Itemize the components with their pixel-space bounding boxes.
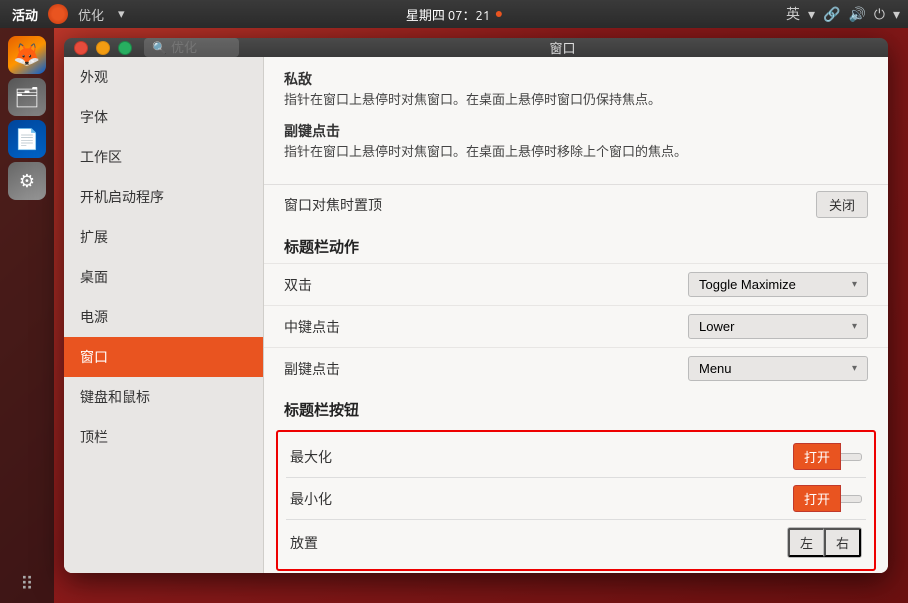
maximize-on-button[interactable]: 打开 bbox=[793, 443, 841, 470]
double-click-dropdown[interactable]: Toggle Maximize ▾ bbox=[688, 272, 868, 297]
placement-right-button[interactable]: 右 bbox=[824, 528, 861, 557]
focus-title-1: 私敌 bbox=[284, 69, 868, 89]
network-icon[interactable]: 🔗 bbox=[823, 6, 840, 23]
middle-click-row: 中键点击 Lower ▾ bbox=[264, 305, 888, 347]
focus-on-top-row: 窗口对焦时置顶 关闭 bbox=[264, 184, 888, 224]
titlebar-actions-header: 标题栏动作 bbox=[264, 224, 888, 263]
minimize-off-button[interactable] bbox=[841, 495, 862, 503]
right-click-label: 副键点击 bbox=[284, 359, 340, 379]
middle-click-dropdown[interactable]: Lower ▾ bbox=[688, 314, 868, 339]
sidebar-item-window[interactable]: 窗口 bbox=[64, 337, 263, 377]
double-click-value: Toggle Maximize bbox=[699, 277, 796, 292]
sidebar-label-window: 窗口 bbox=[80, 347, 108, 367]
middle-click-label: 中键点击 bbox=[284, 317, 340, 337]
right-click-dropdown[interactable]: Menu ▾ bbox=[688, 356, 868, 381]
topbar-left: 活动 优化 ▾ bbox=[8, 3, 129, 26]
topbar: 活动 优化 ▾ 星期四 07：21 英 ▾ 🔗 🔊 ⏻ ▾ bbox=[0, 0, 908, 28]
dock-files-icon[interactable]: 🗂 bbox=[8, 78, 46, 116]
right-click-value: Menu bbox=[699, 361, 732, 376]
minimize-label: 最小化 bbox=[290, 489, 332, 509]
focus-section: 私敌 指针在窗口上悬停时对焦窗口。在桌面上悬停时窗口仍保持焦点。 副键点击 指针… bbox=[264, 57, 888, 184]
sidebar-label-extensions: 扩展 bbox=[80, 227, 108, 247]
titlebar-buttons-section: 最大化 打开 最小化 打开 bbox=[276, 430, 876, 571]
placement-row: 放置 左 右 bbox=[278, 520, 874, 565]
focus-on-top-label: 窗口对焦时置顶 bbox=[284, 195, 382, 215]
placement-left-button[interactable]: 左 bbox=[788, 528, 824, 557]
double-click-row: 双击 Toggle Maximize ▾ bbox=[264, 263, 888, 305]
topbar-right: 英 ▾ 🔗 🔊 ⏻ ▾ bbox=[786, 4, 900, 24]
sidebar-item-fonts[interactable]: 字体 bbox=[64, 97, 263, 137]
minimize-toggle-group: 打开 bbox=[793, 485, 862, 512]
right-click-row: 副键点击 Menu ▾ bbox=[264, 347, 888, 389]
datetime-label: 星期四 07：21 bbox=[406, 5, 490, 24]
dock-settings-icon[interactable]: ⚙ bbox=[8, 162, 46, 200]
sidebar-item-extensions[interactable]: 扩展 bbox=[64, 217, 263, 257]
sidebar-label-fonts: 字体 bbox=[80, 107, 108, 127]
desktop: 🦊 🗂 📄 ⚙ ⠿ 🔍 窗口 bbox=[0, 28, 908, 603]
focus-desc-1: 指针在窗口上悬停时对焦窗口。在桌面上悬停时窗口仍保持焦点。 bbox=[284, 91, 868, 111]
middle-click-arrow-icon: ▾ bbox=[852, 321, 857, 332]
sidebar-item-startup[interactable]: 开机启动程序 bbox=[64, 177, 263, 217]
sidebar-label-topbar: 顶栏 bbox=[80, 427, 108, 447]
sidebar-item-appearance[interactable]: 外观 bbox=[64, 57, 263, 97]
sidebar-item-desktop[interactable]: 桌面 bbox=[64, 257, 263, 297]
placement-label: 放置 bbox=[290, 533, 318, 553]
search-input[interactable] bbox=[171, 40, 231, 55]
search-icon: 🔍 bbox=[152, 41, 167, 55]
sidebar-label-desktop: 桌面 bbox=[80, 267, 108, 287]
maximize-label: 最大化 bbox=[290, 447, 332, 467]
window-titlebar: 🔍 窗口 bbox=[64, 38, 888, 57]
sidebar-item-topbar[interactable]: 顶栏 bbox=[64, 417, 263, 457]
lang-arrow-icon[interactable]: ▾ bbox=[808, 6, 815, 23]
window-title: 窗口 bbox=[247, 38, 878, 57]
maximize-off-button[interactable] bbox=[841, 453, 862, 461]
ubuntu-icon bbox=[48, 4, 68, 24]
maximize-row: 最大化 打开 bbox=[278, 436, 874, 477]
power-icon[interactable]: ⏻ bbox=[874, 6, 885, 23]
notification-dot bbox=[496, 11, 502, 17]
sidebar-item-keyboard[interactable]: 键盘和鼠标 bbox=[64, 377, 263, 417]
content-area: 私敌 指针在窗口上悬停时对焦窗口。在桌面上悬停时窗口仍保持焦点。 副键点击 指针… bbox=[264, 57, 888, 573]
focus-title-2: 副键点击 bbox=[284, 121, 868, 141]
dock-writer-icon[interactable]: 📄 bbox=[8, 120, 46, 158]
volume-icon[interactable]: 🔊 bbox=[848, 6, 865, 23]
middle-click-value: Lower bbox=[699, 319, 734, 334]
focus-close-button[interactable]: 关闭 bbox=[816, 191, 868, 218]
focus-option-2: 副键点击 指针在窗口上悬停时对焦窗口。在桌面上悬停时移除上个窗口的焦点。 bbox=[284, 121, 868, 163]
dock: 🦊 🗂 📄 ⚙ ⠿ bbox=[0, 28, 54, 603]
sidebar-item-power[interactable]: 电源 bbox=[64, 297, 263, 337]
window-maximize-button[interactable] bbox=[118, 41, 132, 55]
focus-desc-2: 指针在窗口上悬停时对焦窗口。在桌面上悬停时移除上个窗口的焦点。 bbox=[284, 143, 868, 163]
dock-apps-button[interactable]: ⠿ bbox=[20, 574, 33, 595]
sidebar-item-workspace[interactable]: 工作区 bbox=[64, 137, 263, 177]
activities-button[interactable]: 活动 bbox=[8, 3, 42, 26]
sidebar-label-keyboard: 键盘和鼠标 bbox=[80, 387, 150, 407]
sidebar: 外观 字体 工作区 开机启动程序 扩展 桌面 电源 bbox=[64, 57, 264, 573]
search-box[interactable]: 🔍 bbox=[144, 38, 239, 57]
sidebar-label-startup: 开机启动程序 bbox=[80, 187, 164, 207]
sidebar-label-workspace: 工作区 bbox=[80, 147, 122, 167]
minimize-row: 最小化 打开 bbox=[278, 478, 874, 519]
system-menu-arrow[interactable]: ▾ bbox=[893, 6, 900, 23]
sidebar-label-power: 电源 bbox=[80, 307, 108, 327]
sidebar-label-appearance: 外观 bbox=[80, 67, 108, 87]
window-minimize-button[interactable] bbox=[96, 41, 110, 55]
window-body: 外观 字体 工作区 开机启动程序 扩展 桌面 电源 bbox=[64, 57, 888, 573]
double-click-arrow-icon: ▾ bbox=[852, 279, 857, 290]
language-button[interactable]: 英 bbox=[786, 4, 800, 24]
main-window: 🔍 窗口 外观 字体 工作区 开机启动程序 bbox=[64, 38, 888, 573]
maximize-toggle-group: 打开 bbox=[793, 443, 862, 470]
double-click-label: 双击 bbox=[284, 275, 312, 295]
dock-firefox-icon[interactable]: 🦊 bbox=[8, 36, 46, 74]
titlebar-buttons-header: 标题栏按钮 bbox=[264, 389, 888, 426]
focus-option-1: 私敌 指针在窗口上悬停时对焦窗口。在桌面上悬停时窗口仍保持焦点。 bbox=[284, 69, 868, 111]
topbar-datetime: 星期四 07：21 bbox=[406, 5, 502, 24]
app-name-label[interactable]: 优化 bbox=[74, 3, 108, 26]
window-close-button[interactable] bbox=[74, 41, 88, 55]
placement-group: 左 右 bbox=[787, 527, 862, 558]
minimize-on-button[interactable]: 打开 bbox=[793, 485, 841, 512]
right-click-arrow-icon: ▾ bbox=[852, 363, 857, 374]
app-menu-arrow-icon[interactable]: ▾ bbox=[114, 5, 129, 24]
